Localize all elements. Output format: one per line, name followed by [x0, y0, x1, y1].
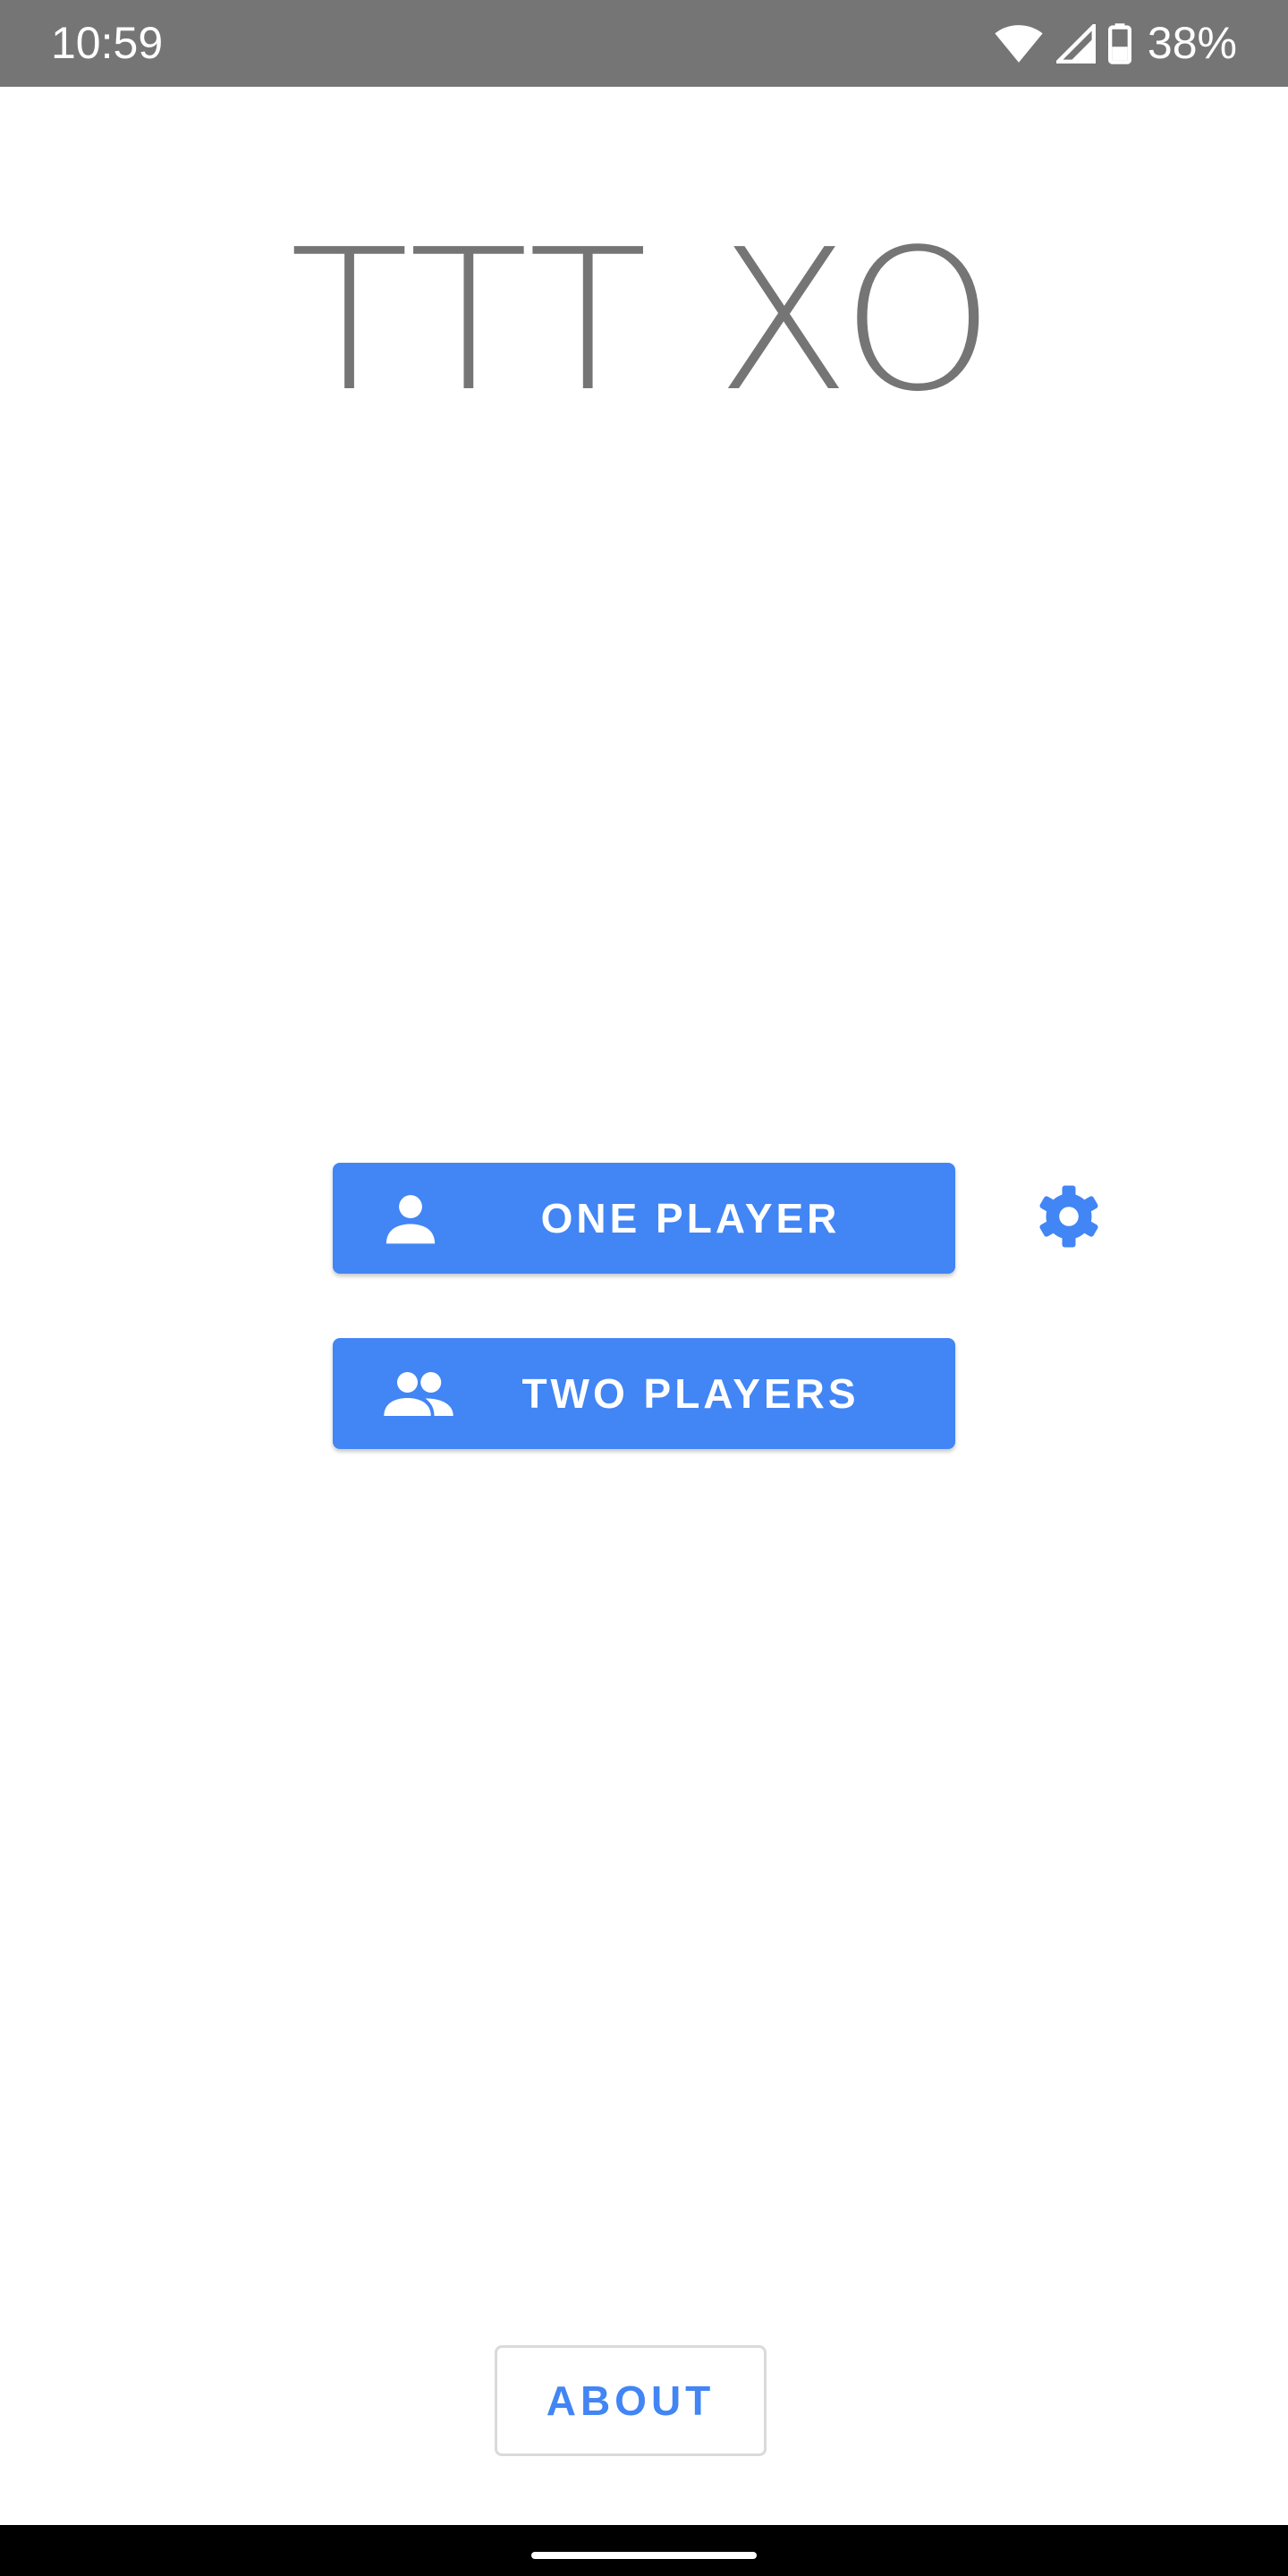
status-icons: 38%: [994, 18, 1237, 69]
two-players-button[interactable]: TWO PLAYERS: [333, 1338, 955, 1449]
home-gesture-handle[interactable]: [531, 2552, 757, 2559]
cell-signal-icon: [1055, 23, 1096, 64]
settings-button[interactable]: [1036, 1185, 1102, 1251]
wifi-icon: [994, 24, 1044, 64]
battery-percent: 38%: [1147, 18, 1237, 68]
about-button[interactable]: ABOUT: [495, 2345, 767, 2456]
screen: 10:59 38% TTT XO ONE PLAYER TWO PLAYERS …: [0, 0, 1288, 2576]
one-player-button[interactable]: ONE PLAYER: [333, 1163, 955, 1274]
one-player-label: ONE PLAYER: [540, 1195, 841, 1241]
app-title: TTT XO: [289, 208, 999, 435]
navigation-bar: [0, 2525, 1288, 2576]
status-time: 10:59: [51, 18, 164, 68]
two-players-label: TWO PLAYERS: [521, 1370, 860, 1417]
battery-icon: [1107, 22, 1131, 64]
gear-icon: [1037, 1184, 1101, 1253]
status-bar: 10:59 38%: [0, 0, 1288, 87]
